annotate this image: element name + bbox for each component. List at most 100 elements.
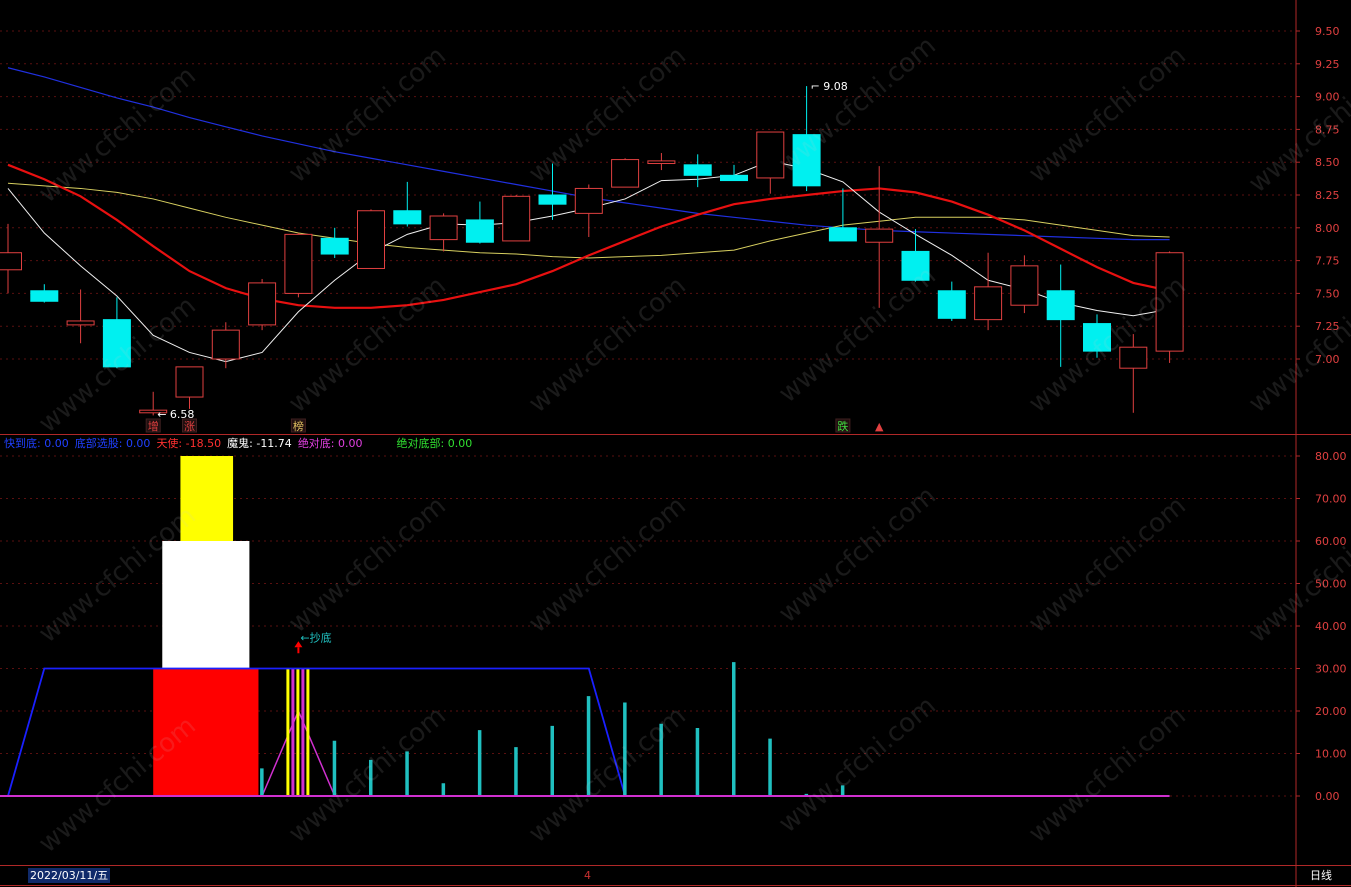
- blue-trapezoid-line: [7, 667, 626, 797]
- cyan-bar: [369, 759, 373, 796]
- price-tick-label: 7.25: [1315, 320, 1340, 333]
- cyan-bar: [586, 696, 591, 796]
- candle: [1083, 314, 1111, 358]
- cyan-bar: [659, 723, 663, 796]
- signal-tag: ▲: [875, 420, 884, 433]
- signal-tag-label: 涨: [184, 420, 195, 433]
- indicator-tick-label: 10.00: [1315, 748, 1347, 761]
- indicator-tick-label: 50.00: [1315, 578, 1347, 591]
- indicator-block-white: [162, 541, 250, 669]
- candle-body: [357, 210, 385, 269]
- candle-body: [102, 319, 131, 368]
- candle-body: [1046, 290, 1075, 321]
- candle-body: [502, 195, 531, 242]
- candle: [284, 233, 313, 298]
- signal-tag: 涨: [182, 418, 197, 433]
- legend-label: 魔鬼:: [227, 437, 253, 450]
- candle: [792, 86, 821, 192]
- legend-value: 0.00: [44, 437, 69, 450]
- page-indicator: 4: [584, 869, 591, 882]
- cyan-bar: [840, 785, 845, 796]
- candle: [1046, 264, 1075, 367]
- candle: [248, 278, 277, 331]
- legend-value: -11.74: [256, 437, 292, 450]
- candle: [901, 229, 930, 282]
- candle-body: [248, 282, 277, 326]
- candle-body: [393, 210, 422, 225]
- candle: [756, 131, 785, 194]
- signal-tag: 榜: [290, 418, 306, 433]
- signal-tag: 增: [145, 418, 161, 433]
- cyan-bar: [260, 768, 264, 796]
- signal-tag-label: 跌: [837, 419, 848, 433]
- candle: [937, 281, 966, 321]
- indicator-tick-label: 80.00: [1315, 450, 1347, 463]
- candle: [865, 166, 894, 308]
- candle-body: [538, 194, 567, 205]
- candle-body: [1010, 265, 1039, 306]
- legend-value: 0.00: [338, 437, 363, 450]
- price-tick-label: 8.25: [1315, 189, 1340, 202]
- candle-body: [0, 252, 22, 271]
- legend-value: 0.00: [125, 437, 151, 450]
- cursor-date: 2022/03/11/五: [28, 868, 111, 883]
- indicator-tick-label: 40.00: [1315, 620, 1347, 633]
- candle-body: [30, 290, 59, 302]
- cyan-bar: [695, 728, 700, 796]
- signal-tag-label: 榜: [293, 419, 304, 433]
- legend-item-bottom-pick: 底部选股: 0.00: [75, 435, 151, 451]
- bottom-signal-stripe: [301, 668, 305, 796]
- candle-body: [792, 134, 821, 187]
- indicator-tick-label: 0.00: [1315, 790, 1340, 803]
- candle-body: [720, 174, 748, 182]
- candle: [320, 227, 349, 258]
- price-tick-label: 8.00: [1315, 222, 1340, 235]
- cyan-bar: [732, 662, 736, 796]
- candle-body: [611, 159, 640, 188]
- candle: [683, 154, 712, 188]
- price-tick-label: 8.75: [1315, 123, 1340, 136]
- legend-label: 天使:: [156, 437, 183, 450]
- candle-body: [683, 164, 712, 176]
- signal-tag-label: ▲: [875, 420, 884, 433]
- bottom-signal-stripe: [306, 668, 310, 796]
- signal-tag-label: 增: [148, 419, 159, 433]
- candle-body: [1119, 346, 1148, 369]
- candle: [30, 284, 59, 303]
- candle-body: [211, 329, 240, 360]
- candle: [502, 195, 531, 242]
- legend-label: 底部选股:: [74, 437, 123, 450]
- candle: [611, 158, 640, 188]
- candle: [828, 188, 857, 242]
- candle-body: [937, 290, 966, 319]
- candle: [66, 289, 95, 344]
- signal-tag: 跌: [835, 418, 851, 433]
- candle-body: [828, 227, 857, 242]
- cyan-bar: [768, 738, 772, 796]
- indicator-tick-label: 30.00: [1315, 663, 1347, 676]
- candle: [175, 366, 204, 409]
- candle: [538, 163, 567, 220]
- candle-body: [175, 366, 204, 398]
- price-tick-label: 9.00: [1315, 91, 1340, 104]
- price-tick-label: 9.25: [1315, 58, 1340, 71]
- candle: [211, 322, 240, 369]
- legend-item-absolute-bottom-part: 绝对底部: 0.00: [397, 435, 473, 451]
- bottom-arrow-label: ←抄底: [300, 630, 331, 644]
- cyan-bar: [332, 740, 337, 796]
- candle-body: [756, 131, 785, 179]
- period-selector[interactable]: 日线: [1310, 868, 1332, 883]
- candle: [647, 153, 676, 171]
- candle-body: [901, 250, 930, 281]
- candle-body: [465, 219, 494, 243]
- candle: [574, 184, 603, 237]
- candle-body: [865, 228, 894, 243]
- candle: [974, 252, 1003, 331]
- candle: [0, 223, 22, 294]
- legend-value: 0.00: [447, 437, 473, 450]
- candle-body: [66, 320, 95, 326]
- bottom-signal-stripe: [286, 668, 290, 796]
- candle: [393, 181, 422, 227]
- legend-label: 快到底:: [4, 437, 41, 450]
- bottom-signal-stripe: [291, 668, 295, 796]
